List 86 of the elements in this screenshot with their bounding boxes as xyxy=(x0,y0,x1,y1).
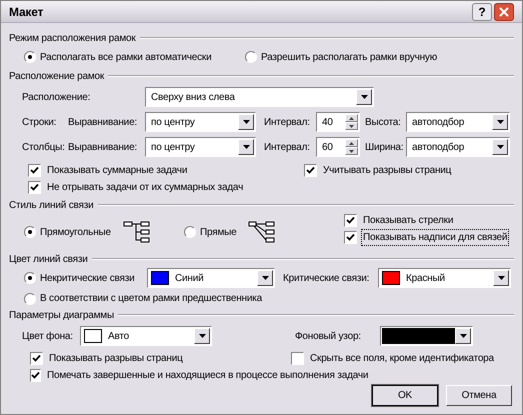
checkbox-label[interactable]: Показывать стрелки xyxy=(361,212,456,229)
radio-button[interactable] xyxy=(24,272,36,284)
field-label: Выравнивание: xyxy=(68,116,138,130)
field-label: Интервал: xyxy=(264,142,310,152)
help-button[interactable]: ? xyxy=(472,2,492,20)
caret-icon xyxy=(496,120,504,124)
pattern-dropdown[interactable] xyxy=(380,326,473,346)
ok-button[interactable]: OK xyxy=(372,385,438,406)
spin-field[interactable]: 60 xyxy=(316,137,360,157)
radio-button[interactable] xyxy=(184,226,196,238)
dropdown-field[interactable]: Авто xyxy=(80,326,212,346)
caret-icon xyxy=(262,276,268,280)
section-title: Расположение рамок xyxy=(9,70,104,84)
cancel-button[interactable]: Отмена xyxy=(446,385,512,406)
window-title: Макет xyxy=(9,4,44,20)
close-button[interactable] xyxy=(494,2,514,20)
caret-icon xyxy=(460,334,466,338)
checkbox-label[interactable]: Показывать разрывы страниц xyxy=(47,350,185,367)
field-label: Расположение: xyxy=(22,90,92,104)
field-label: Высота: xyxy=(365,116,401,128)
field-label: Цвет фона: xyxy=(22,330,73,342)
checkbox[interactable] xyxy=(28,181,41,194)
dropdown-field[interactable]: Красный xyxy=(378,268,511,288)
section-title: Стиль линий связи xyxy=(9,198,94,212)
radio-button[interactable] xyxy=(24,292,36,304)
spin-up-icon[interactable] xyxy=(345,139,358,147)
checkbox-label[interactable]: Скрыть все поля, кроме идентификатора xyxy=(308,350,496,367)
radio-button[interactable] xyxy=(245,51,257,63)
radio-option[interactable]: Некритические связи xyxy=(24,270,147,286)
dropdown-button[interactable] xyxy=(238,139,254,155)
radio-option[interactable]: Прямые xyxy=(184,224,236,240)
close-icon xyxy=(499,6,509,16)
caret-icon xyxy=(242,145,250,149)
checkbox[interactable] xyxy=(304,164,317,177)
caret-icon xyxy=(198,334,206,338)
checkbox[interactable] xyxy=(344,231,357,244)
caret-icon xyxy=(242,120,250,124)
field-label: Ширина: xyxy=(365,142,404,152)
radio-option[interactable]: Разрешить располагать рамки вручную xyxy=(245,50,438,64)
checkbox-label[interactable]: Показывать надписи для связей xyxy=(361,229,510,246)
field-label: Выравнивание: xyxy=(68,140,138,154)
field-label: Критические связи: xyxy=(283,272,370,284)
field-label: Интервал: xyxy=(264,116,310,128)
dropdown-button[interactable] xyxy=(356,89,372,105)
section-title: Режим расположения рамок xyxy=(9,32,136,46)
dropdown-field[interactable]: по центру xyxy=(145,137,256,157)
field-label: Фоновый узор: xyxy=(294,330,362,344)
checkbox-label[interactable]: Помечать завершенные и находящиеся в процессе выполнения задачи xyxy=(45,367,370,384)
radio-option[interactable]: В соответствии с цветом рамки предшественника xyxy=(24,291,514,306)
dropdown-button[interactable] xyxy=(194,328,210,344)
dropdown-field[interactable]: Сверху вниз слева xyxy=(145,87,374,107)
section-title: Цвет линий связи xyxy=(9,252,88,266)
checkbox-label[interactable]: Учитывать разрывы страниц xyxy=(321,162,454,179)
field-label: Строки: xyxy=(22,116,56,128)
dropdown-button[interactable] xyxy=(492,114,508,130)
checkbox[interactable] xyxy=(30,369,41,382)
checkbox[interactable] xyxy=(291,352,304,365)
caret-icon xyxy=(496,145,504,149)
checkbox[interactable] xyxy=(28,164,41,177)
straight-links-icon xyxy=(248,221,276,243)
dropdown-button[interactable] xyxy=(257,270,273,286)
caret-icon xyxy=(498,276,504,280)
dropdown-button[interactable] xyxy=(492,139,508,155)
spin-down-icon[interactable] xyxy=(345,147,358,155)
dropdown-field[interactable]: автоподбор xyxy=(406,112,510,132)
checkbox[interactable] xyxy=(30,352,43,365)
radio-button[interactable] xyxy=(24,51,36,63)
caret-icon xyxy=(360,95,368,99)
radio-option[interactable]: Прямоугольные xyxy=(24,224,111,240)
spin-field[interactable]: 40 xyxy=(316,112,360,132)
checkbox[interactable] xyxy=(344,214,357,227)
section-title: Параметры диаграммы xyxy=(9,308,114,322)
dropdown-field[interactable]: по центру xyxy=(145,112,256,132)
dropdown-field[interactable]: автоподбор xyxy=(406,137,510,157)
spin-down-icon[interactable] xyxy=(345,122,358,130)
checkbox-label[interactable]: Не отрывать задачи от их суммарных задач xyxy=(45,179,246,196)
rectangular-links-icon xyxy=(122,221,151,243)
dropdown-button[interactable] xyxy=(238,114,254,130)
checkbox-label[interactable]: Показывать суммарные задачи xyxy=(45,162,190,179)
dropdown-button[interactable] xyxy=(455,328,471,344)
dropdown-field[interactable]: Синий xyxy=(147,268,275,288)
field-label: Столбцы: xyxy=(22,142,65,152)
radio-option[interactable]: Располагать все рамки автоматически xyxy=(24,50,245,64)
dropdown-button[interactable] xyxy=(493,270,509,286)
radio-button[interactable] xyxy=(24,226,36,238)
spin-up-icon[interactable] xyxy=(345,114,358,122)
